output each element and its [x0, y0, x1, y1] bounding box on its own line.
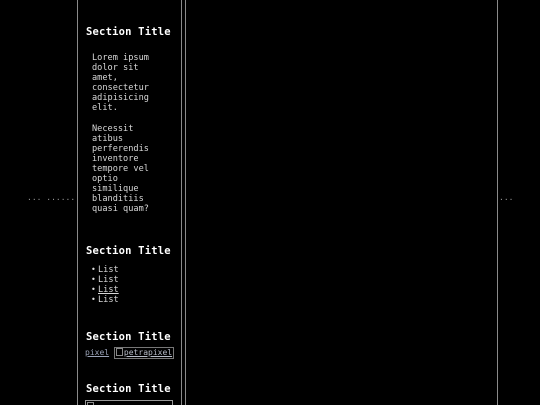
list-item: List — [91, 265, 119, 275]
right-dots: ... — [499, 193, 514, 202]
section-title: Section Title — [86, 245, 171, 257]
paragraph: Lorem ipsum dolor sit amet, consectetur … — [92, 53, 149, 114]
list-item-link[interactable]: List — [91, 285, 119, 295]
section-title: Section Title — [86, 26, 171, 38]
left-dots: ... ...... — [27, 193, 76, 202]
sidebar-left-border — [77, 0, 78, 405]
section-title: Section Title — [86, 331, 171, 343]
broken-image-icon — [115, 348, 123, 356]
main-right-border — [497, 0, 498, 405]
list-item: List — [91, 275, 119, 285]
list-link[interactable]: List — [98, 285, 119, 295]
image-placeholder — [85, 400, 173, 405]
section-list: List List List List — [91, 265, 119, 305]
main-left-border — [185, 0, 186, 405]
pixel-link[interactable]: pixel — [85, 348, 109, 357]
petrapixel-badge-link[interactable]: petrapixel — [113, 347, 175, 359]
badge-row: pixel petrapixel — [85, 347, 175, 359]
paragraph: Necessit atibus perferendis inventore te… — [92, 123, 149, 215]
sidebar-right-border — [181, 0, 182, 405]
section-title: Section Title — [86, 383, 171, 395]
sidebar: Section Title Lorem ipsum dolor sit amet… — [79, 0, 179, 405]
section-text: Lorem ipsum dolor sit amet, consectetur … — [92, 53, 172, 214]
list-item: List — [91, 295, 119, 305]
